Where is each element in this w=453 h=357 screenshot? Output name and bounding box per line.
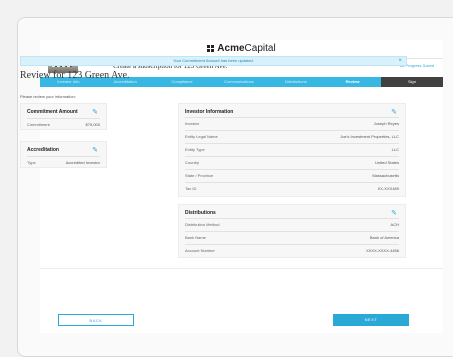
back-button[interactable]: BACK — [58, 314, 134, 326]
investor-row: Tax ID XX-XXX489 — [185, 182, 399, 193]
step-distributions[interactable]: Distributions — [267, 77, 324, 87]
accreditation-card: Accreditation ✎ Type Accredited Investor — [20, 141, 107, 168]
step-sign[interactable]: Sign — [380, 77, 443, 87]
investor-row-value: XX-XXX489 — [377, 186, 399, 191]
pencil-icon[interactable]: ✎ — [391, 108, 397, 116]
close-icon[interactable]: × — [398, 57, 402, 65]
accreditation-title: Accreditation — [27, 147, 59, 153]
accreditation-label: Type — [27, 160, 36, 165]
pencil-icon[interactable]: ✎ — [391, 209, 397, 217]
distribution-row-label: Distribution Method — [185, 222, 220, 227]
accreditation-row: Type Accredited Investor — [27, 156, 100, 167]
pencil-icon[interactable]: ✎ — [92, 108, 98, 116]
investor-info-title: Investor Information — [185, 109, 234, 115]
brand-logo: AcmeCapital — [40, 43, 443, 57]
investor-info-card: Investor Information ✎ Investor Joseph Re… — [178, 103, 406, 197]
accreditation-value: Accredited Investor — [65, 160, 100, 165]
distribution-row-value: Bank of America — [369, 235, 399, 240]
distribution-row: Account Number XXXX-XXXX-4456 — [185, 244, 399, 255]
investor-row: Entity Type LLC — [185, 143, 399, 154]
step-communications[interactable]: Communications — [210, 77, 267, 87]
investor-row-value: LLC — [391, 147, 399, 152]
investor-row: Entity Legal Name Joe's Investment Proper… — [185, 130, 399, 141]
investor-row-value: Joe's Investment Properties, LLC — [340, 134, 399, 139]
investor-row-label: Investor — [185, 121, 200, 126]
distributions-card: Distributions ✎ Distribution Method ACH B… — [178, 204, 406, 258]
distribution-row-label: Bank Name — [185, 235, 206, 240]
investor-row-value: Joseph Reyes — [373, 121, 399, 126]
brand-name-rest: Capital — [244, 43, 276, 54]
commitment-value: $75,000 — [85, 122, 100, 127]
commitment-row: Commitment $75,000 — [27, 118, 100, 129]
distribution-row: Bank Name Bank of America — [185, 231, 399, 242]
investor-row: Investor Joseph Reyes — [185, 117, 399, 128]
distribution-row-value: ACH — [390, 222, 399, 227]
distribution-row: Distribution Method ACH — [185, 218, 399, 229]
investor-row-value: Massachusetts — [372, 173, 399, 178]
investor-row-label: State / Province — [185, 173, 214, 178]
alert-text: Your Commitment Amount has been updated. — [173, 58, 254, 63]
pencil-icon[interactable]: ✎ — [92, 146, 98, 154]
step-review[interactable]: Review — [324, 77, 381, 87]
distributions-title: Distributions — [185, 210, 216, 216]
update-alert: Your Commitment Amount has been updated.… — [20, 56, 407, 66]
review-intro: Please review your information: — [20, 94, 76, 99]
page-title: Review for 123 Green Ave. — [20, 70, 130, 81]
distribution-row-label: Account Number — [185, 248, 215, 253]
investor-row: Country United States — [185, 156, 399, 167]
logo-mark-icon — [207, 45, 215, 52]
investor-row: State / Province Massachusetts — [185, 169, 399, 180]
distribution-row-value: XXXX-XXXX-4456 — [366, 248, 399, 253]
footer-divider — [40, 268, 443, 269]
investor-row-label: Entity Legal Name — [185, 134, 218, 139]
investor-row-value: United States — [374, 160, 399, 165]
step-compliance[interactable]: Compliance — [154, 77, 211, 87]
investor-row-label: Country — [185, 160, 200, 165]
investor-row-label: Tax ID — [185, 186, 197, 191]
commitment-title: Commitment Amount — [27, 109, 78, 115]
next-button[interactable]: NEXT — [333, 314, 409, 326]
brand-name-bold: Acme — [217, 43, 245, 54]
commitment-label: Commitment — [27, 122, 50, 127]
commitment-card: Commitment Amount ✎ Commitment $75,000 — [20, 103, 107, 130]
investor-row-label: Entity Type — [185, 147, 205, 152]
